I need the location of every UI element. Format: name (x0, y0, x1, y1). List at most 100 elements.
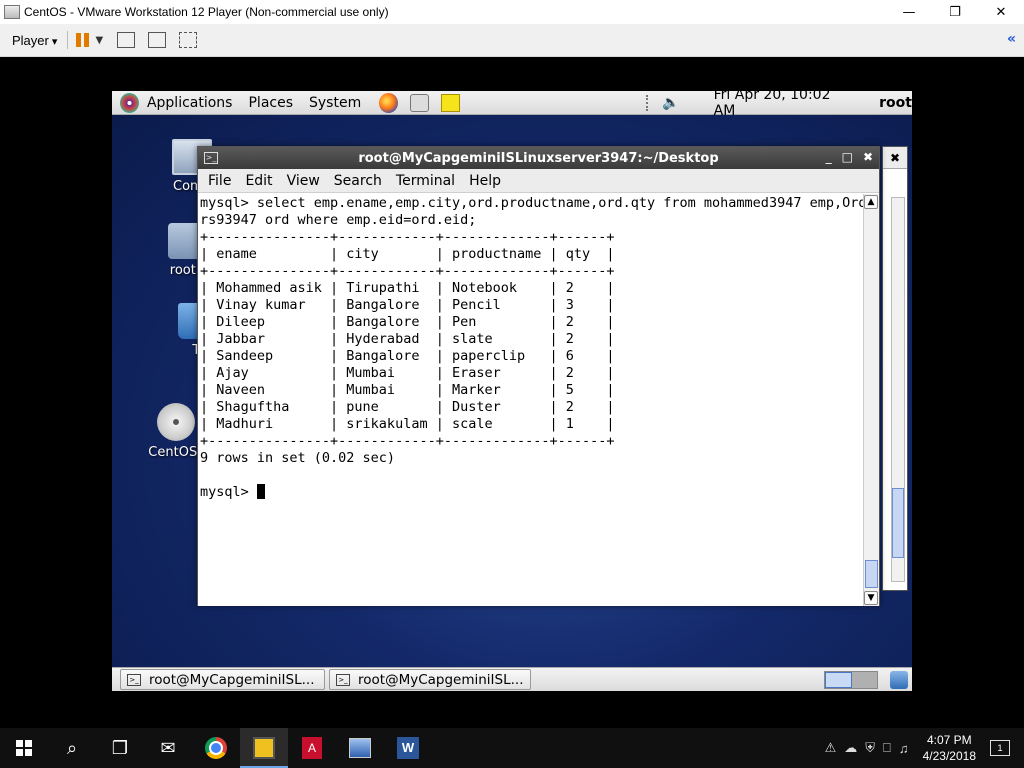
menu-terminal[interactable]: Terminal (396, 173, 455, 189)
terminal-titlebar[interactable]: >_ root@MyCapgeminiISLinuxserver3947:~/D… (198, 147, 879, 169)
panel-user[interactable]: root (879, 95, 912, 111)
taskbar-word[interactable]: W (384, 728, 432, 768)
clock-time: 4:07 PM (926, 733, 972, 747)
toolbar-divider (67, 31, 69, 49)
guest-screen: Applications Places System 🔈 Fri Apr 20,… (112, 91, 912, 691)
table-row: | Shaguftha | pune | Duster | 2 | (200, 399, 615, 415)
chrome-icon (205, 737, 227, 759)
places-menu[interactable]: Places (248, 95, 293, 111)
task-view-icon: ❐ (111, 737, 129, 759)
background-terminal-scrollbar[interactable] (891, 197, 905, 582)
table-row: | Madhuri | srikakulam | scale | 1 | (200, 416, 615, 432)
acrobat-icon: A (302, 737, 322, 759)
send-ctrl-alt-del-icon[interactable] (117, 32, 136, 48)
pause-dropdown-icon[interactable]: ▼ (95, 35, 103, 46)
menu-file[interactable]: File (208, 173, 231, 189)
terminal-scrollbar[interactable]: ▲ ▼ (863, 194, 879, 606)
terminal-close-button[interactable]: ✖ (863, 150, 873, 164)
taskbar-vmware[interactable] (240, 728, 288, 768)
system-tray: ⚠ ☁ ⛨ ⎕ ♫ 4:07 PM 4/23/2018 1 (821, 728, 1024, 768)
terminal-minimize-button[interactable]: _ (826, 150, 832, 164)
applications-menu[interactable]: Applications (147, 95, 233, 111)
workspace-switcher[interactable] (824, 671, 878, 689)
text-cursor (256, 484, 265, 499)
player-menu-button[interactable]: Player (12, 33, 57, 48)
volume-icon[interactable]: 🔈 (662, 95, 679, 111)
defender-icon[interactable]: ⛨ (865, 740, 875, 756)
close-button[interactable]: ✕ (978, 0, 1024, 24)
security-warning-icon[interactable]: ⚠ (825, 740, 837, 756)
onedrive-icon[interactable]: ☁ (844, 740, 857, 756)
background-terminal-scroll-thumb[interactable] (892, 488, 904, 558)
terminal-output[interactable]: mysql> select emp.ename,emp.city,ord.pro… (198, 194, 865, 606)
taskbar-item-label: root@MyCapgeminiISL... (149, 671, 315, 688)
gnome-foot-icon[interactable] (120, 92, 139, 113)
scroll-up-icon[interactable]: ▲ (864, 195, 878, 209)
vmware-app-icon (4, 5, 20, 19)
table-border: +---------------+------------+----------… (200, 229, 615, 245)
terminal-maximize-button[interactable]: □ (842, 150, 853, 164)
table-border: +---------------+------------+----------… (200, 263, 615, 279)
system-menu[interactable]: System (309, 95, 361, 111)
table-row: | Vinay kumar | Bangalore | Pencil | 3 | (200, 297, 615, 313)
desktop-icon-label: CentOS_ (148, 445, 204, 460)
result-summary: 9 rows in set (0.02 sec) (200, 450, 396, 466)
trash-applet-icon[interactable] (890, 671, 908, 689)
search-icon: ⌕ (66, 737, 78, 759)
minimize-button[interactable]: — (886, 0, 932, 24)
terminal-window[interactable]: >_ root@MyCapgeminiISLinuxserver3947:~/D… (197, 146, 880, 606)
menu-edit[interactable]: Edit (245, 173, 272, 189)
full-screen-icon[interactable] (148, 32, 167, 48)
network-icon[interactable]: ⎕ (883, 740, 891, 756)
volume-icon[interactable]: ♫ (899, 741, 909, 756)
terminal-title: root@MyCapgeminiISLinuxserver3947:~/Desk… (358, 150, 719, 166)
background-terminal-window[interactable]: ✖ (882, 146, 908, 591)
vmware-icon (253, 737, 275, 759)
taskbar-mail[interactable]: ✉ (144, 728, 192, 768)
menu-help[interactable]: Help (469, 173, 501, 189)
table-border: +---------------+------------+----------… (200, 433, 615, 449)
table-header: | ename | city | productname | qty | (200, 246, 615, 262)
task-view-button[interactable]: ❐ (96, 728, 144, 768)
mail-icon: ✉ (160, 737, 176, 759)
panel-grip (646, 94, 650, 111)
scroll-down-icon[interactable]: ▼ (864, 591, 878, 605)
table-row: | Naveen | Mumbai | Marker | 5 | (200, 382, 615, 398)
taskbar-item-terminal-1[interactable]: >_ root@MyCapgeminiISL... (120, 669, 325, 690)
pause-icon[interactable] (76, 33, 90, 47)
terminal-icon: >_ (336, 673, 350, 686)
menu-search[interactable]: Search (334, 173, 382, 189)
taskbar-acrobat[interactable]: A (288, 728, 336, 768)
gnome-top-panel: Applications Places System 🔈 Fri Apr 20,… (112, 91, 912, 119)
terminal-icon: >_ (127, 673, 141, 686)
result-table: +---------------+------------+----------… (200, 229, 865, 450)
panel-clock[interactable]: Fri Apr 20, 10:02 AM (714, 91, 850, 119)
taskbar-clock[interactable]: 4:07 PM 4/23/2018 (923, 732, 976, 764)
mail-client-icon[interactable] (410, 93, 430, 112)
start-button[interactable] (0, 728, 48, 768)
table-row: | Dileep | Bangalore | Pen | 2 | (200, 314, 615, 330)
collapse-toolbar-icon[interactable]: « (1007, 31, 1016, 47)
table-row: | Sandeep | Bangalore | paperclip | 6 | (200, 348, 615, 364)
prompt-line[interactable]: mysql> (200, 484, 865, 501)
maximize-button[interactable]: ❐ (932, 0, 978, 24)
taskbar-chrome[interactable] (192, 728, 240, 768)
firefox-icon[interactable] (379, 92, 399, 113)
table-row: | Jabbar | Hyderabad | slate | 2 | (200, 331, 615, 347)
cdrom-icon (157, 403, 195, 441)
terminal-scroll-thumb[interactable] (865, 560, 878, 588)
action-center-icon[interactable]: 1 (990, 740, 1010, 756)
mysql-prompt: mysql> (200, 484, 257, 500)
menu-view[interactable]: View (287, 173, 320, 189)
taskbar-item-terminal-2[interactable]: >_ root@MyCapgeminiISL... (329, 669, 531, 690)
word-icon: W (397, 737, 419, 759)
command-line: mysql> select emp.ename,emp.city,ord.pro… (200, 195, 865, 211)
notes-icon[interactable] (441, 93, 461, 112)
search-button[interactable]: ⌕ (48, 728, 96, 768)
unity-icon[interactable] (179, 32, 198, 48)
taskbar-pc[interactable] (336, 728, 384, 768)
windows-logo-icon (16, 740, 32, 756)
table-row: | Ajay | Mumbai | Eraser | 2 | (200, 365, 615, 381)
background-terminal-close-button[interactable]: ✖ (883, 147, 907, 169)
vmware-titlebar: CentOS - VMware Workstation 12 Player (N… (0, 0, 1024, 24)
